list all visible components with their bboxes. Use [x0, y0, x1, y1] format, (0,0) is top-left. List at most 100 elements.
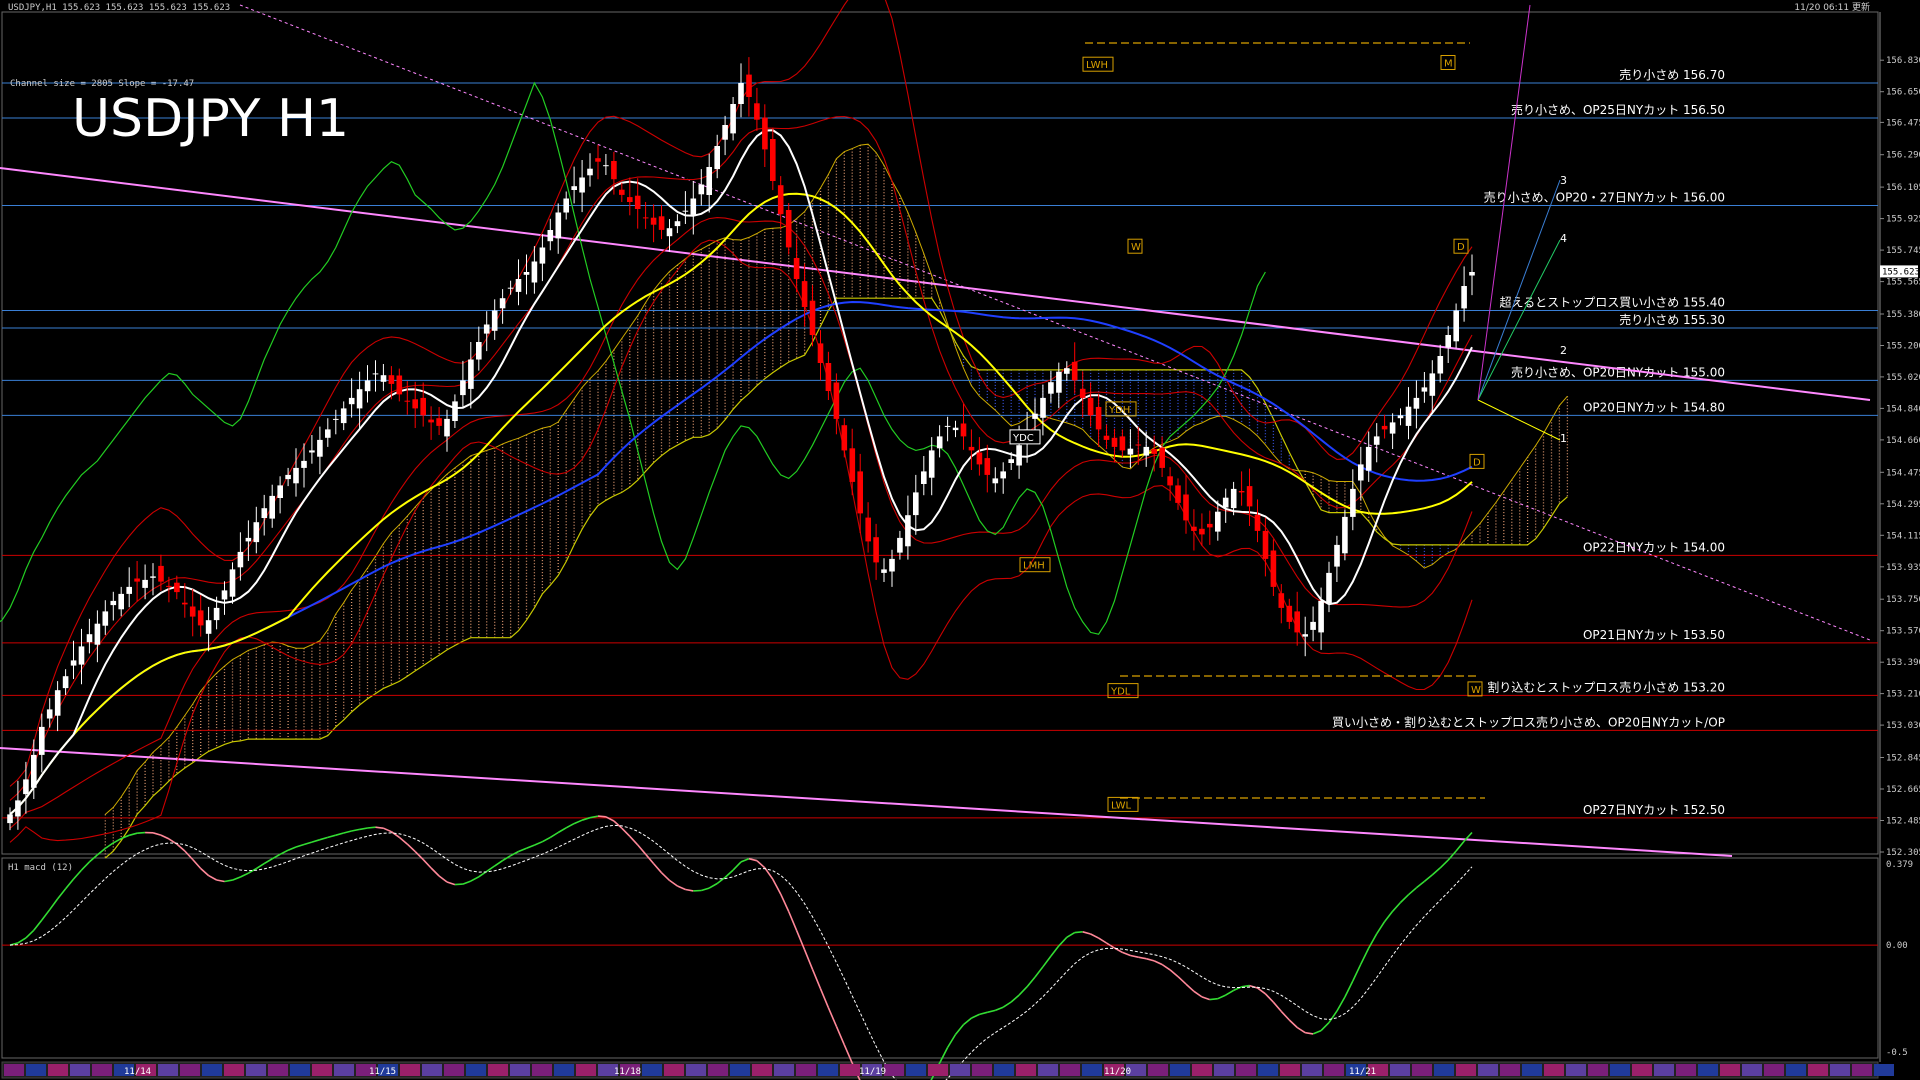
- candle-body: [746, 74, 752, 97]
- price-tick-label: 155.925: [1886, 215, 1920, 225]
- session-segment: [1258, 1064, 1278, 1076]
- candle-body: [245, 537, 252, 542]
- candle-body: [1413, 397, 1420, 409]
- candle-body: [1040, 397, 1046, 418]
- candle-body: [1397, 415, 1404, 419]
- price-tick-label: 154.115: [1886, 531, 1920, 541]
- candle-body: [936, 436, 943, 449]
- session-segment: [1170, 1064, 1190, 1076]
- candle-body: [634, 195, 641, 209]
- price-tick-label: 153.750: [1886, 595, 1920, 605]
- candle-body: [857, 471, 863, 514]
- candle-body: [70, 660, 77, 666]
- candle-body: [158, 565, 164, 582]
- candle-body: [1095, 407, 1102, 430]
- forex-chart[interactable]: 売り小さめ 156.70 売り小さめ、OP25日NYカット 156.50 売り小さめ…: [0, 0, 1920, 1080]
- macd-label: H1 macd (12): [8, 863, 73, 873]
- candle-body: [134, 578, 140, 582]
- candle-body: [277, 485, 283, 498]
- price-tick-label: 155.745: [1886, 246, 1920, 256]
- candle-body: [1000, 471, 1006, 479]
- session-segment: [1390, 1064, 1410, 1076]
- candle-body: [690, 198, 697, 215]
- candle-body: [627, 197, 633, 202]
- price-level-label: 買い小さめ・割り込むとストップロス売り小さめ、OP20日NYカット/OP: [1332, 714, 1725, 729]
- candle-body: [1421, 387, 1428, 392]
- session-segment: [1214, 1064, 1234, 1076]
- price-level-label: OP27日NYカット 152.50: [1583, 803, 1725, 817]
- candle-body: [809, 300, 816, 335]
- candle-body: [118, 593, 124, 610]
- candle-body: [1048, 382, 1054, 394]
- projection-label: 4: [1560, 232, 1567, 245]
- marker-label: LWH: [1086, 60, 1108, 71]
- price-tick-label: 154.475: [1886, 468, 1920, 478]
- candle-body: [412, 399, 418, 409]
- candle-body: [1191, 526, 1197, 531]
- candle-body: [364, 380, 371, 392]
- session-segment: [708, 1064, 728, 1076]
- price-tick-label: 152.485: [1886, 817, 1920, 827]
- session-segment: [1082, 1064, 1102, 1076]
- candle-body: [507, 287, 514, 289]
- candle-body: [1207, 523, 1213, 528]
- candle-body: [31, 754, 37, 788]
- candle-body: [205, 620, 212, 634]
- candle-body: [1405, 406, 1412, 426]
- session-segment: [1456, 1064, 1476, 1076]
- candle-body: [650, 217, 657, 225]
- candle-body: [738, 83, 744, 104]
- candle-body: [1111, 437, 1118, 447]
- session-segment: [818, 1064, 838, 1076]
- session-segment: [950, 1064, 970, 1076]
- session-segment: [1324, 1064, 1344, 1076]
- candle-body: [523, 272, 530, 275]
- candle-body: [1310, 621, 1316, 630]
- price-level-label: 売り小さめ、OP25日NYカット 156.50: [1511, 102, 1725, 117]
- candle-body: [571, 186, 577, 190]
- session-segment: [994, 1064, 1014, 1076]
- candle-body: [555, 212, 562, 239]
- macd-segment: [454, 883, 463, 886]
- candle-body: [754, 103, 760, 120]
- price-tick-label: 154.295: [1886, 500, 1920, 510]
- candle-body: [762, 117, 768, 150]
- candle-body: [547, 230, 554, 242]
- candle-body: [587, 168, 593, 176]
- candle-body: [333, 418, 339, 420]
- session-segment: [1742, 1064, 1762, 1076]
- candle-body: [1183, 494, 1189, 521]
- candle-body: [460, 380, 466, 396]
- candle-body: [293, 467, 299, 484]
- price-tick-label: 156.475: [1886, 118, 1920, 128]
- candle-body: [785, 210, 792, 248]
- session-segment: [554, 1064, 574, 1076]
- macd-segment: [1074, 931, 1083, 934]
- macd-tick-label: 0.00: [1886, 941, 1908, 951]
- candle-body: [436, 418, 442, 426]
- candle-body: [1437, 356, 1444, 374]
- chart-big-title: USDJPY H1: [72, 89, 349, 149]
- price-tick-label: 155.200: [1886, 342, 1920, 352]
- session-segment: [730, 1064, 750, 1076]
- session-segment: [268, 1064, 288, 1076]
- session-segment: [466, 1064, 486, 1076]
- price-tick-label: 155.565: [1886, 278, 1920, 288]
- candle-body: [642, 217, 649, 219]
- candle-body: [531, 261, 538, 283]
- price-tick-label: 152.665: [1886, 785, 1920, 795]
- candle-body: [1238, 491, 1245, 493]
- session-segment: [1412, 1064, 1432, 1076]
- session-segment: [422, 1064, 442, 1076]
- session-segment: [1852, 1064, 1872, 1076]
- session-segment: [1874, 1064, 1894, 1076]
- candle-body: [976, 452, 983, 465]
- candle-body: [142, 579, 148, 588]
- session-segment: [1500, 1064, 1520, 1076]
- session-segment: [906, 1064, 926, 1076]
- date-label: 11/19: [859, 1067, 886, 1077]
- session-segment: [928, 1064, 948, 1076]
- candle-body: [928, 450, 935, 478]
- projection-label: 3: [1560, 174, 1567, 187]
- candle-body: [39, 726, 45, 755]
